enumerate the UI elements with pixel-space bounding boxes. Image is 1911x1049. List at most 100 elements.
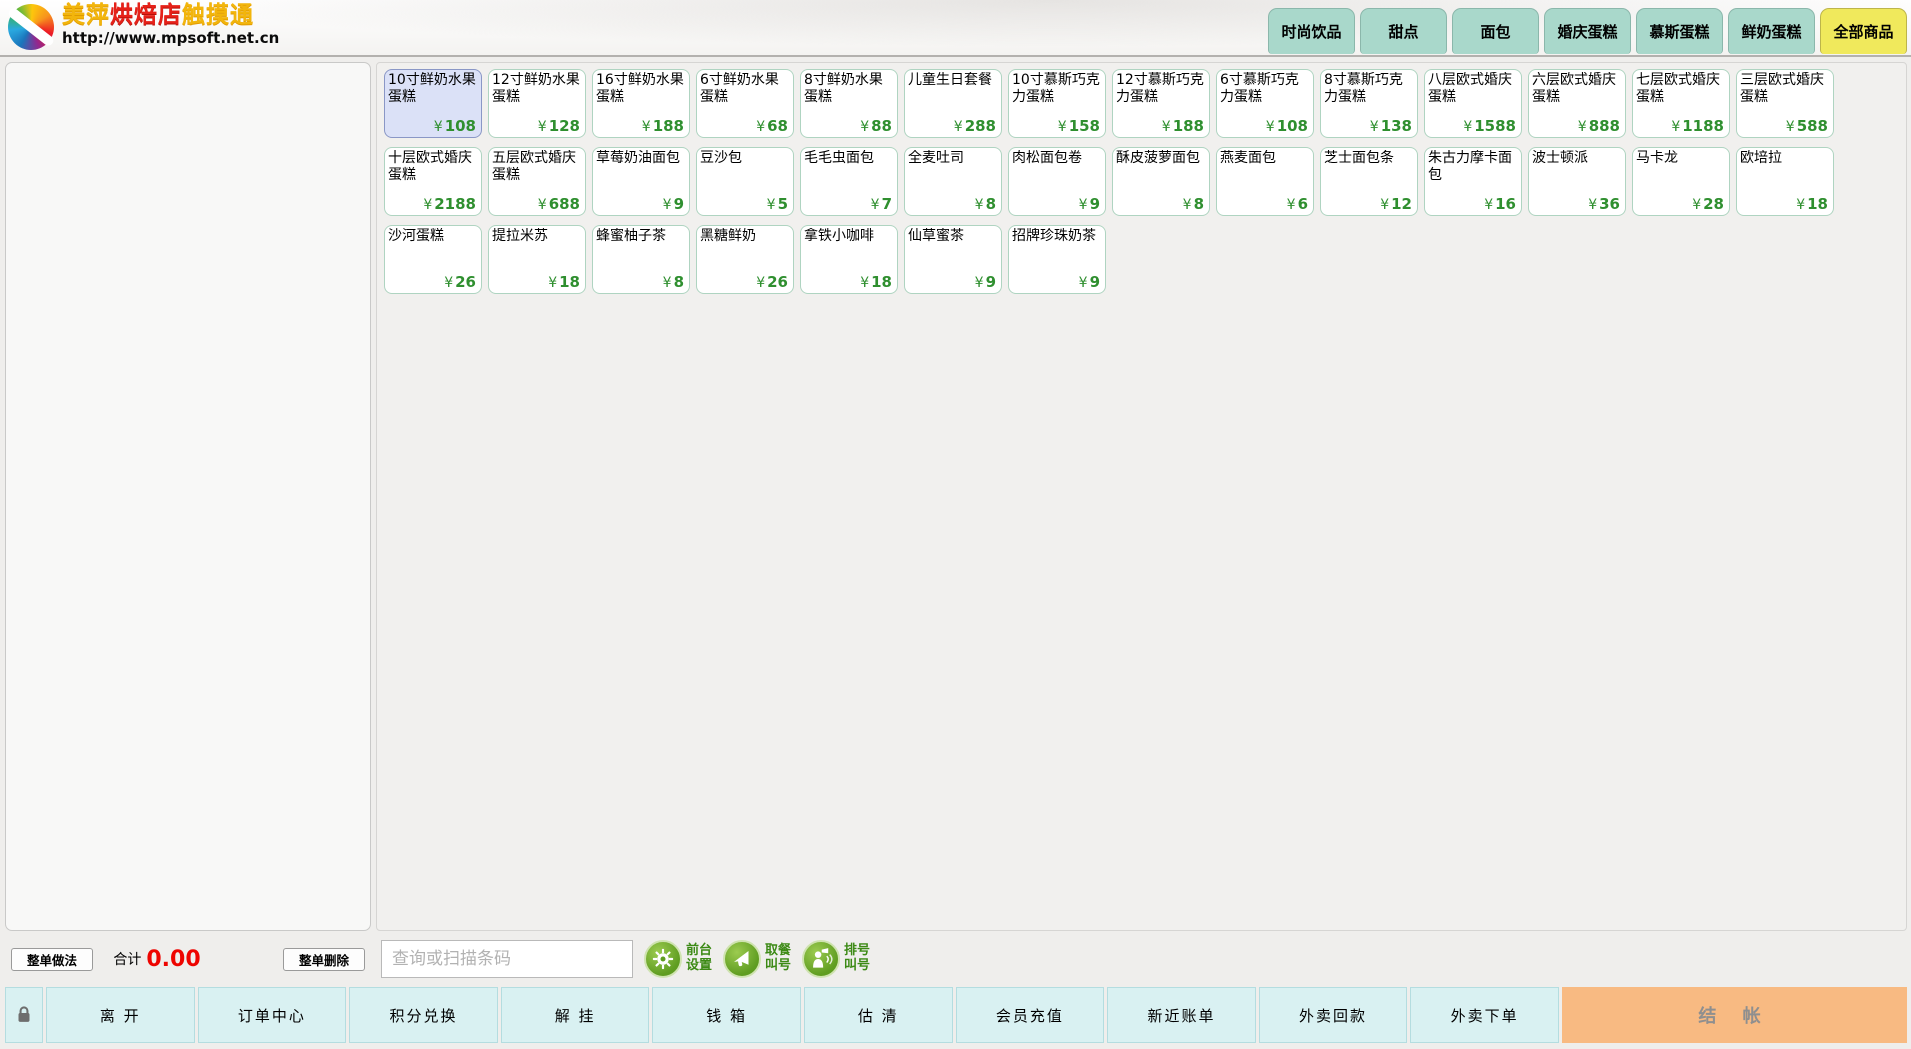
product-name: 七层欧式婚庆蛋糕 [1636,72,1726,105]
product-card[interactable]: 全麦吐司 ¥8 [904,147,1002,216]
product-card[interactable]: 豆沙包 ¥5 [696,147,794,216]
lock-button[interactable] [5,987,43,1043]
product-price: ¥9 [663,195,684,213]
currency-symbol: ¥ [434,119,443,135]
product-card[interactable]: 草莓奶油面包 ¥9 [592,147,690,216]
checkout-button[interactable]: 结 帐 [1562,987,1907,1043]
toolbar-buttons: 离 开订单中心积分兑换解 挂钱 箱估 清会员充值新近账单外卖回款外卖下单 [46,987,1559,1043]
currency-symbol: ¥ [756,119,765,135]
product-card[interactable]: 六层欧式婚庆蛋糕 ¥888 [1528,69,1626,138]
product-price: ¥9 [975,273,996,291]
currency-symbol: ¥ [860,275,869,291]
brand-text: 美萍烘焙店触摸通 http://www.mpsoft.net.cn [62,4,279,47]
category-tab[interactable]: 慕斯蛋糕 [1636,8,1723,54]
product-card[interactable]: 8寸鲜奶水果蛋糕 ¥88 [800,69,898,138]
product-price: ¥108 [434,117,476,135]
barcode-search-input[interactable] [381,940,633,978]
product-area: 10寸鲜奶水果蛋糕 ¥108 12寸鲜奶水果蛋糕 ¥128 16寸鲜奶水果蛋糕 … [376,62,1907,931]
whole-order-method-button[interactable]: 整单做法 [11,948,93,971]
product-card[interactable]: 拿铁小咖啡 ¥18 [800,225,898,294]
toolbar-button[interactable]: 外卖回款 [1259,987,1408,1043]
label-line: 取餐 [765,944,791,959]
queue-caller-icon[interactable] [802,940,840,978]
category-tab[interactable]: 时尚饮品 [1268,8,1355,54]
product-name: 朱古力摩卡面包 [1428,150,1518,183]
product-price: ¥16 [1484,195,1516,213]
product-card[interactable]: 马卡龙 ¥28 [1632,147,1730,216]
toolbar-button[interactable]: 钱 箱 [652,987,801,1043]
product-card[interactable]: 芝士面包条 ¥12 [1320,147,1418,216]
product-card[interactable]: 蜂蜜柚子茶 ¥8 [592,225,690,294]
category-tab[interactable]: 面包 [1452,8,1539,54]
product-card[interactable]: 燕麦面包 ¥6 [1216,147,1314,216]
toolbar-button[interactable]: 新近账单 [1107,987,1256,1043]
product-card[interactable]: 6寸慕斯巧克力蛋糕 ¥108 [1216,69,1314,138]
currency-symbol: ¥ [860,119,869,135]
whole-order-delete-button[interactable]: 整单删除 [283,948,365,971]
product-card[interactable]: 肉松面包卷 ¥9 [1008,147,1106,216]
toolbar-button[interactable]: 解 挂 [501,987,650,1043]
toolbar-button[interactable]: 外卖下单 [1410,987,1559,1043]
product-card[interactable]: 五层欧式婚庆蛋糕 ¥688 [488,147,586,216]
brand-logo-icon [8,4,54,50]
currency-symbol: ¥ [538,197,547,213]
product-price: ¥8 [663,273,684,291]
currency-symbol: ¥ [548,275,557,291]
currency-symbol: ¥ [1162,119,1171,135]
product-card[interactable]: 提拉米苏 ¥18 [488,225,586,294]
product-card[interactable]: 毛毛虫面包 ¥7 [800,147,898,216]
product-card[interactable]: 6寸鲜奶水果蛋糕 ¥68 [696,69,794,138]
product-price-value: 16 [1495,195,1516,213]
product-card[interactable]: 8寸慕斯巧克力蛋糕 ¥138 [1320,69,1418,138]
toolbar-button[interactable]: 会员充值 [956,987,1105,1043]
product-name: 草莓奶油面包 [596,150,686,167]
product-price: ¥6 [1287,195,1308,213]
product-card[interactable]: 仙草蜜茶 ¥9 [904,225,1002,294]
toolbar-button[interactable]: 估 清 [804,987,953,1043]
toolbar-button[interactable]: 离 开 [46,987,195,1043]
product-card[interactable]: 10寸鲜奶水果蛋糕 ¥108 [384,69,482,138]
product-card[interactable]: 招牌珍珠奶茶 ¥9 [1008,225,1106,294]
toolbar-button[interactable]: 订单中心 [198,987,347,1043]
product-card[interactable]: 12寸慕斯巧克力蛋糕 ¥188 [1112,69,1210,138]
product-card[interactable]: 三层欧式婚庆蛋糕 ¥588 [1736,69,1834,138]
product-card[interactable]: 沙河蛋糕 ¥26 [384,225,482,294]
currency-symbol: ¥ [423,197,432,213]
product-card[interactable]: 七层欧式婚庆蛋糕 ¥1188 [1632,69,1730,138]
product-card[interactable]: 12寸鲜奶水果蛋糕 ¥128 [488,69,586,138]
product-card[interactable]: 朱古力摩卡面包 ¥16 [1424,147,1522,216]
category-tab[interactable]: 婚庆蛋糕 [1544,8,1631,54]
currency-symbol: ¥ [1370,119,1379,135]
product-price: ¥138 [1370,117,1412,135]
product-card[interactable]: 十层欧式婚庆蛋糕 ¥2188 [384,147,482,216]
category-tab[interactable]: 鲜奶蛋糕 [1728,8,1815,54]
product-name: 16寸鲜奶水果蛋糕 [596,72,686,105]
product-card[interactable]: 16寸鲜奶水果蛋糕 ¥188 [592,69,690,138]
currency-symbol: ¥ [663,197,672,213]
product-price: ¥18 [548,273,580,291]
product-price-value: 7 [882,195,892,213]
megaphone-icon[interactable] [723,940,761,978]
product-card[interactable]: 欧培拉 ¥18 [1736,147,1834,216]
product-price: ¥2188 [423,195,476,213]
product-price-value: 688 [549,195,580,213]
product-price: ¥26 [444,273,476,291]
product-card[interactable]: 八层欧式婚庆蛋糕 ¥1588 [1424,69,1522,138]
currency-symbol: ¥ [1287,197,1296,213]
product-name: 马卡龙 [1636,150,1726,167]
toolbar-button[interactable]: 积分兑换 [349,987,498,1043]
product-price-value: 288 [965,117,996,135]
product-card[interactable]: 酥皮菠萝面包 ¥8 [1112,147,1210,216]
product-card[interactable]: 波士顿派 ¥36 [1528,147,1626,216]
product-card[interactable]: 儿童生日套餐 ¥288 [904,69,1002,138]
currency-symbol: ¥ [975,197,984,213]
product-price: ¥7 [871,195,892,213]
product-card[interactable]: 黑糖鲜奶 ¥26 [696,225,794,294]
order-list-panel [5,62,371,931]
brand-title-part2: 烘焙店 [110,2,182,28]
category-tab[interactable]: 全部商品 [1820,8,1907,54]
gear-icon[interactable] [644,940,682,978]
product-price-value: 18 [871,273,892,291]
product-card[interactable]: 10寸慕斯巧克力蛋糕 ¥158 [1008,69,1106,138]
category-tab[interactable]: 甜点 [1360,8,1447,54]
